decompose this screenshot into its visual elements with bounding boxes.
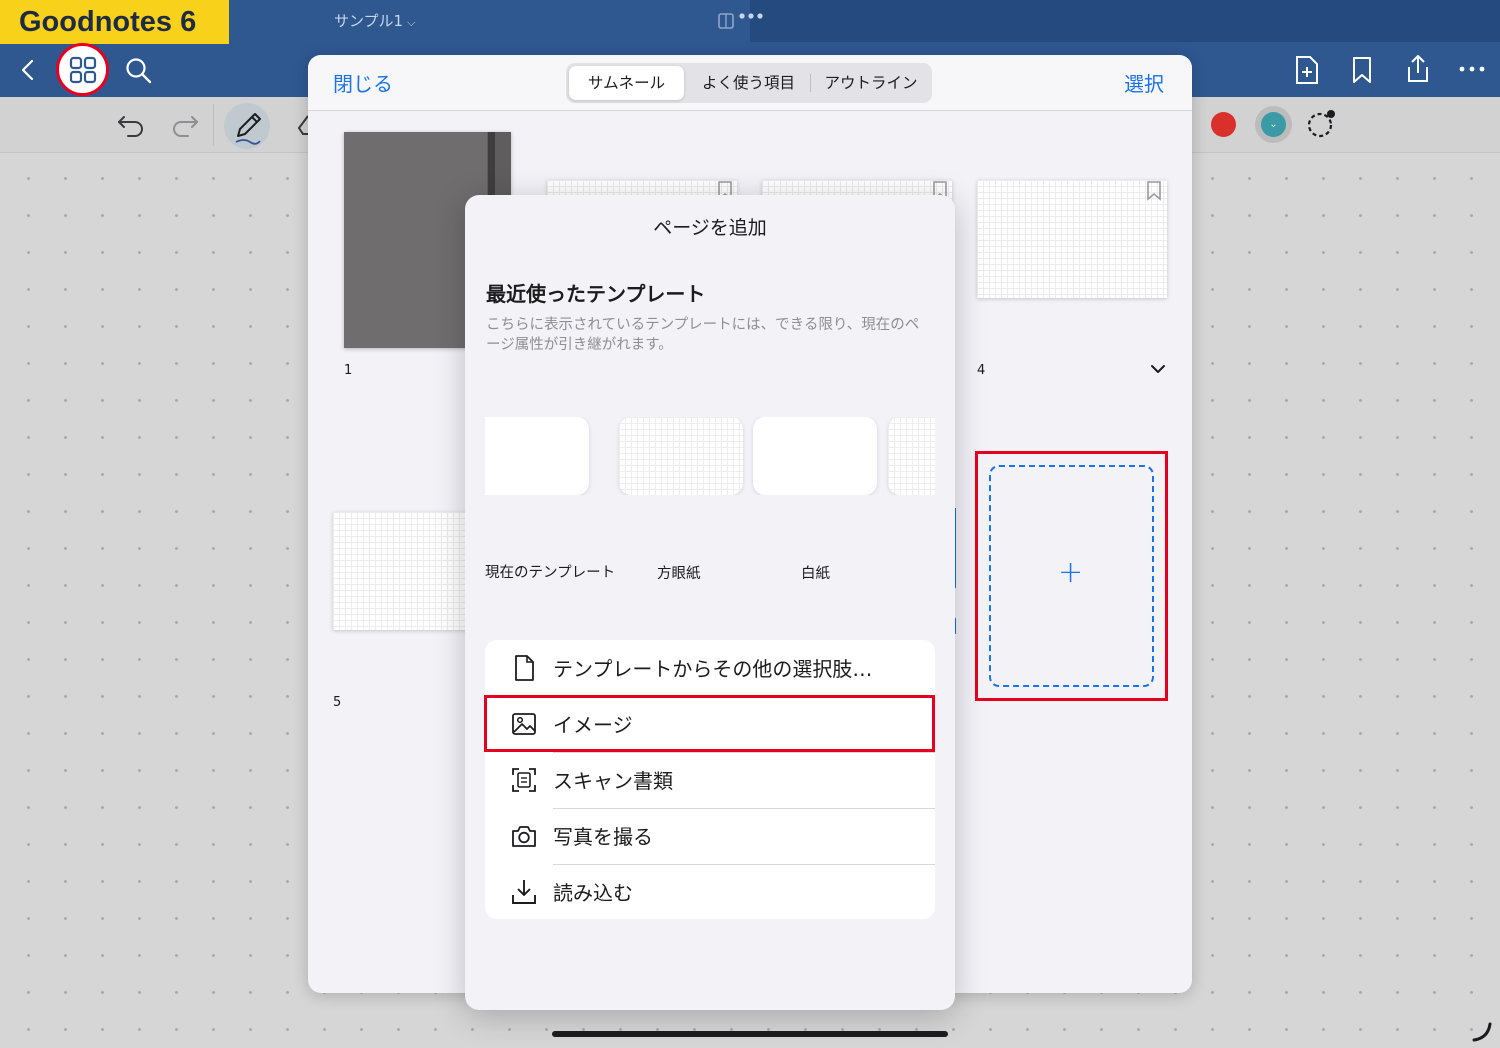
add-page-popover: ページを追加 最近使ったテンプレート こちらに表示されているテンプレートには、で… [465,195,955,1010]
menu-item-import[interactable]: 読み込む [485,864,935,919]
template-blank[interactable] [753,417,877,495]
template-label-blank: 白紙 [801,566,830,582]
brand-label: Goodnotes 6 [0,0,229,44]
recent-templates-heading: 最近使ったテンプレート [486,282,706,306]
undo-icon[interactable] [116,112,146,138]
chevron-down-icon[interactable] [1150,363,1166,375]
back-chevron-icon[interactable] [18,58,38,82]
menu-item-label: 写真を撮る [553,825,653,849]
popover-title: ページを追加 [653,217,767,239]
recent-templates-carousel[interactable] [485,417,935,495]
multitasking-icon[interactable] [718,8,768,34]
toolbar-divider [213,104,214,146]
image-option-highlight [484,695,935,752]
corner-swipe-icon [1472,1022,1492,1042]
menu-item-label: スキャン書類 [553,769,673,793]
chevron-down-icon: ⌄ [1261,112,1286,137]
grid-icon [69,56,97,84]
segment-divider [810,74,811,92]
tab-outline[interactable]: アウトライン [812,66,930,100]
pen-icon [235,113,261,145]
page-grid-button[interactable] [56,43,109,96]
lasso-tool-icon[interactable] [1305,107,1339,141]
page-number-4: 4 [977,363,986,378]
plus-icon: + [1058,555,1084,590]
add-page-options-menu: テンプレートからその他の選択肢… イメージ スキャン書類 写真を撮る 読み込む [485,640,935,919]
more-options-icon[interactable] [1458,64,1488,74]
template-next[interactable] [888,417,935,495]
document-title: サンプル1 [334,12,404,30]
select-button[interactable]: 選択 [1124,68,1164,97]
bookmark-icon[interactable] [1146,181,1162,201]
add-page-icon[interactable] [1293,54,1321,86]
top-status-strip [750,0,1500,42]
import-icon [512,880,536,904]
document-icon [515,655,534,681]
close-button[interactable]: 閉じる [333,68,393,97]
template-label-current: 現在のテンプレート [485,565,616,581]
tab-favorites[interactable]: よく使う項目 [688,66,809,100]
menu-item-take-photo[interactable]: 写真を撮る [485,808,935,864]
search-icon[interactable] [124,56,154,86]
page-number-5: 5 [333,695,342,710]
scan-icon [512,768,536,792]
menu-item-scan-document[interactable]: スキャン書類 [485,752,935,808]
bookmark-icon[interactable] [1350,55,1374,85]
view-segmented-control: サムネール よく使う項目 アウトライン [566,63,932,103]
menu-item-more-templates[interactable]: テンプレートからその他の選択肢… [485,640,935,696]
page-number-1: 1 [344,363,353,378]
color-swatch-red[interactable] [1211,112,1236,137]
document-title-menu[interactable]: サンプル1 ⌵ [334,10,415,31]
recent-templates-description: こちらに表示されているテンプレートには、できる限り、現在のページ属性が引き継がれ… [486,317,920,353]
share-icon[interactable] [1403,53,1433,85]
redo-icon[interactable] [170,112,200,138]
home-indicator[interactable] [552,1031,948,1037]
menu-item-label: テンプレートからその他の選択肢… [553,657,873,681]
pen-tool-button[interactable] [224,103,270,149]
template-current[interactable] [485,417,589,495]
camera-icon [512,826,536,847]
template-grid-paper[interactable] [619,417,743,495]
chevron-down-icon: ⌵ [407,16,416,29]
menu-item-label: 読み込む [553,881,633,905]
template-label-grid-paper: 方眼紙 [657,566,701,582]
tab-thumbnails[interactable]: サムネール [569,66,684,100]
page-thumbnail-4[interactable] [977,180,1167,298]
